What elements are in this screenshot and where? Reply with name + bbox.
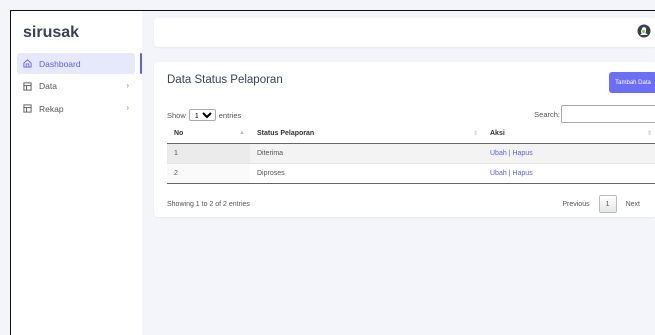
page-button-current[interactable]: 1 [598,195,617,213]
entries-label: entries [218,110,242,120]
cell-no: 1 [167,143,250,164]
next-button[interactable]: Next [617,201,649,208]
sidebar-item-dashboard[interactable]: Dashboard [17,53,135,74]
sidebar-item-label: Data [39,81,57,91]
sidebar-nav: Dashboard Data › Rekap › [17,53,135,121]
status-table: No ▲ Status Pelaporan ⇕ Aksi ⇕ 1 Diterima U… [167,125,655,184]
add-data-button[interactable]: Tambah Data [609,72,655,93]
delete-link[interactable]: Hapus [512,150,532,157]
table-row: 1 Diterima Ubah | Hapus [167,143,655,164]
column-header-no[interactable]: No ▲ [167,125,250,144]
brand-logo[interactable]: sirusak [23,24,79,42]
app-frame: sirusak Dashboard Data › Rekap › Data St… [10,10,655,335]
edit-link[interactable]: Ubah [490,150,507,157]
previous-button[interactable]: Previous [553,201,598,208]
user-avatar-icon[interactable] [637,24,651,38]
status-card: Data Status Pelaporan Tambah Data Show 1… [154,62,655,217]
delete-link[interactable]: Hapus [512,170,532,177]
sort-icon: ⇕ [472,131,478,137]
entries-length-control: Show 10 entries [167,109,241,121]
sidebar-item-rekap[interactable]: Rekap › [17,98,135,119]
cell-actions: Ubah | Hapus [483,163,655,184]
card-title: Data Status Pelaporan [167,74,283,86]
pagination: Previous 1 Next [553,195,649,213]
sort-asc-icon: ▲ [239,130,245,136]
separator: | [508,149,511,157]
sidebar-item-data[interactable]: Data › [17,76,135,97]
edit-link[interactable]: Ubah [490,170,507,177]
entries-select[interactable]: 10 [188,109,216,121]
search-input[interactable] [561,105,655,123]
cell-actions: Ubah | Hapus [483,143,655,164]
search-label: Search: [534,109,560,119]
table-info: Showing 1 to 2 of 2 entries [167,201,250,208]
table-icon [23,81,32,91]
table-header-row: No ▲ Status Pelaporan ⇕ Aksi ⇕ [167,125,655,144]
chevron-right-icon: › [126,103,129,112]
sidebar-item-label: Rekap [39,103,64,114]
search-control: Search: [534,105,655,123]
sidebar: sirusak Dashboard Data › Rekap › [11,11,142,335]
home-icon [23,59,32,68]
column-header-aksi[interactable]: Aksi ⇕ [483,125,655,144]
column-header-status[interactable]: Status Pelaporan ⇕ [250,125,483,144]
table-row: 2 Diproses Ubah | Hapus [167,163,655,184]
sort-icon: ⇕ [646,131,652,137]
cell-status: Diterima [250,143,483,164]
cell-no: 2 [167,163,250,184]
separator: | [508,169,511,177]
cell-status: Diproses [250,163,483,184]
top-navbar [154,18,655,47]
show-label: Show [167,110,186,120]
chevron-right-icon: › [126,80,129,90]
table-icon [23,104,32,113]
online-status-dot [641,29,646,34]
sidebar-item-label: Dashboard [39,58,81,69]
active-indicator [140,53,142,74]
